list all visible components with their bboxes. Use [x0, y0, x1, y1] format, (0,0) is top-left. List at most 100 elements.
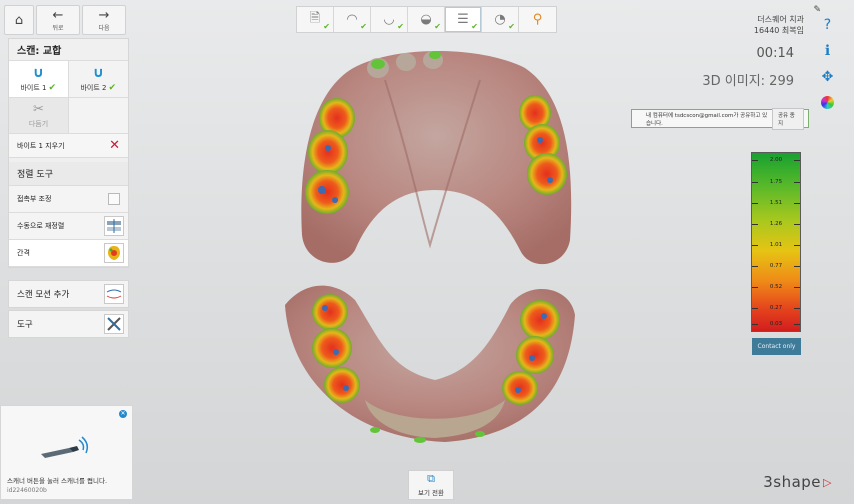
- check-icon: ✔: [434, 22, 441, 31]
- legend-tick: 0.52: [752, 284, 800, 290]
- contact-adjust-row[interactable]: 접촉부 조정: [9, 186, 128, 213]
- clear-bite-label: 바이트 1 지우기: [17, 141, 65, 150]
- upper-jaw-icon: ◠: [346, 12, 358, 27]
- panel-title: 스캔: 교합: [9, 39, 128, 61]
- check-icon: ✔: [108, 82, 117, 93]
- view-switch-label: 보기 전환: [418, 489, 444, 497]
- distance-map-icon[interactable]: [104, 243, 124, 263]
- color-wheel-icon[interactable]: [821, 96, 834, 109]
- workflow-steps: 🗎 ✔ ◠ ✔ ◡ ✔ ◒ ✔ ☰ ✔ ◔ ✔ ⚲: [296, 6, 557, 33]
- brand-logo: 3shape ▷: [763, 473, 832, 491]
- prescription-icon: 🗎: [309, 10, 321, 26]
- scan-bite-panel: 스캔: 교합 ∪ 바이트 1 ✔ ∪ 바이트 2 ✔ ✂ 다듬기 바이트 1 지우기…: [8, 38, 129, 268]
- stop-sharing-button[interactable]: 공유 종지: [771, 107, 804, 130]
- check-icon: ✔: [397, 22, 404, 31]
- view-switch-icon: ⧉: [427, 472, 435, 485]
- patient-info: 더스퀘어 치과 16440 최복임: [754, 14, 804, 36]
- scanner-id: id22460020b: [7, 487, 47, 494]
- top-nav: ⌂ ← 뒤로 → 다음: [4, 5, 126, 35]
- check-icon: ✔: [508, 22, 515, 31]
- pen-icon[interactable]: ✎: [813, 5, 821, 15]
- align-tools-header: 정렬 도구: [9, 162, 128, 186]
- legend-tick: 1.75: [752, 179, 800, 185]
- manual-align-label: 수동으로 재정렬: [17, 222, 65, 230]
- patient-name: 16440 최복임: [753, 26, 804, 35]
- brand-triangle-icon: ▷: [823, 475, 832, 489]
- bite-1-label: 바이트 1: [20, 83, 47, 92]
- settings-icon[interactable]: ✥: [822, 70, 834, 84]
- check-icon: ✔: [323, 22, 330, 31]
- contact-adjust-label: 접촉부 조정: [17, 195, 52, 203]
- distance-row[interactable]: 간격: [9, 240, 128, 267]
- analysis-icon: ◔: [494, 12, 506, 27]
- legend-tick: 2.00: [752, 157, 800, 163]
- home-icon: ⌂: [14, 12, 24, 28]
- manual-align-icon[interactable]: [104, 216, 124, 236]
- brand-name: 3shape: [763, 473, 822, 491]
- person-icon: ⚲: [532, 12, 543, 27]
- next-label: 다음: [98, 24, 110, 32]
- info-icon[interactable]: ℹ: [825, 44, 830, 58]
- legend-tick: 0.03: [752, 321, 800, 327]
- tools-row[interactable]: 도구: [8, 310, 129, 338]
- trim-button[interactable]: ✂ 다듬기: [9, 98, 69, 133]
- bite-2-label: 바이트 2: [80, 83, 107, 92]
- image-count: 3D 이미지: 299: [702, 74, 794, 89]
- contact-adjust-checkbox[interactable]: [108, 193, 120, 205]
- tools-label: 도구: [17, 320, 33, 330]
- check-icon: ✔: [360, 22, 367, 31]
- distance-label: 간격: [17, 249, 30, 257]
- empty-slot: [69, 98, 128, 133]
- step-send[interactable]: ⚲: [519, 7, 556, 32]
- add-scan-motion-row[interactable]: 스캔 모션 추가: [8, 280, 129, 308]
- scissors-icon: ✂: [33, 102, 44, 117]
- bite-jaw-icon: ∪: [32, 64, 44, 81]
- screen-share-notice: 내 컴퓨터에 tsdcscon@gmail.com가 공유하고 있습니다. 공유…: [631, 107, 809, 130]
- step-bite-side[interactable]: ◒ ✔: [408, 7, 445, 32]
- view-switch-button[interactable]: ⧉ 보기 전환: [408, 470, 454, 500]
- bite-scan-3d-view[interactable]: [270, 40, 600, 450]
- distance-legend: 2.00 1.75 1.51 1.26 1.01 0.77 0.52 0.27 …: [751, 152, 801, 332]
- back-label: 뒤로: [52, 24, 64, 32]
- lower-jaw-icon: ◡: [383, 12, 395, 27]
- scan-timer: 00:14: [756, 46, 794, 61]
- next-button[interactable]: → 다음: [82, 5, 126, 35]
- back-button[interactable]: ← 뒤로: [36, 5, 80, 35]
- step-prescription[interactable]: 🗎 ✔: [297, 7, 334, 32]
- legend-tick: 0.27: [752, 305, 800, 311]
- arrow-right-icon: →: [98, 7, 110, 23]
- check-icon: ✔: [471, 22, 478, 31]
- home-button[interactable]: ⌂: [4, 5, 34, 35]
- clinic-name: 더스퀘어 치과: [757, 15, 804, 24]
- wrench-screwdriver-icon[interactable]: [104, 314, 124, 334]
- legend-tick: 0.77: [752, 263, 800, 269]
- step-bite[interactable]: ☰ ✔: [445, 7, 482, 32]
- manual-align-row[interactable]: 수동으로 재정렬: [9, 213, 128, 240]
- trim-label: 다듬기: [28, 120, 49, 128]
- arrow-left-icon: ←: [52, 7, 64, 23]
- share-message: 내 컴퓨터에 tsdcscon@gmail.com가 공유하고 있습니다.: [646, 112, 768, 127]
- close-icon[interactable]: ✕: [119, 410, 127, 418]
- help-icon[interactable]: ?: [824, 18, 831, 32]
- step-lower-jaw[interactable]: ◡ ✔: [371, 7, 408, 32]
- check-icon: ✔: [48, 82, 57, 93]
- scanner-hint-message: 스캐너 버튼을 눌러 스캐너를 켭니다.: [7, 477, 108, 485]
- clear-bite-row[interactable]: 바이트 1 지우기 ✕: [9, 134, 128, 158]
- step-upper-jaw[interactable]: ◠ ✔: [334, 7, 371, 32]
- scan-motion-icon[interactable]: [104, 284, 124, 304]
- bite-jaw-icon: ∪: [92, 64, 104, 81]
- scanner-wifi-icon: [41, 436, 89, 458]
- contact-only-button[interactable]: Contact only: [752, 338, 801, 355]
- legend-tick: 1.51: [752, 200, 800, 206]
- legend-tick: 1.01: [752, 242, 800, 248]
- step-analysis[interactable]: ◔ ✔: [482, 7, 519, 32]
- delete-icon[interactable]: ✕: [109, 138, 120, 153]
- scanner-hint-card: ✕ 스캐너 버튼을 눌러 스캐너를 켭니다. id22460020b: [0, 405, 133, 500]
- legend-tick: 1.26: [752, 221, 800, 227]
- right-toolbar: ? ℹ ✥: [821, 18, 834, 109]
- bite-2-button[interactable]: ∪ 바이트 2 ✔: [68, 61, 128, 97]
- add-scan-motion-label: 스캔 모션 추가: [17, 290, 70, 300]
- bite-icon: ☰: [457, 12, 469, 27]
- bite-1-button[interactable]: ∪ 바이트 1 ✔: [9, 61, 69, 97]
- bite-side-icon: ◒: [420, 12, 432, 27]
